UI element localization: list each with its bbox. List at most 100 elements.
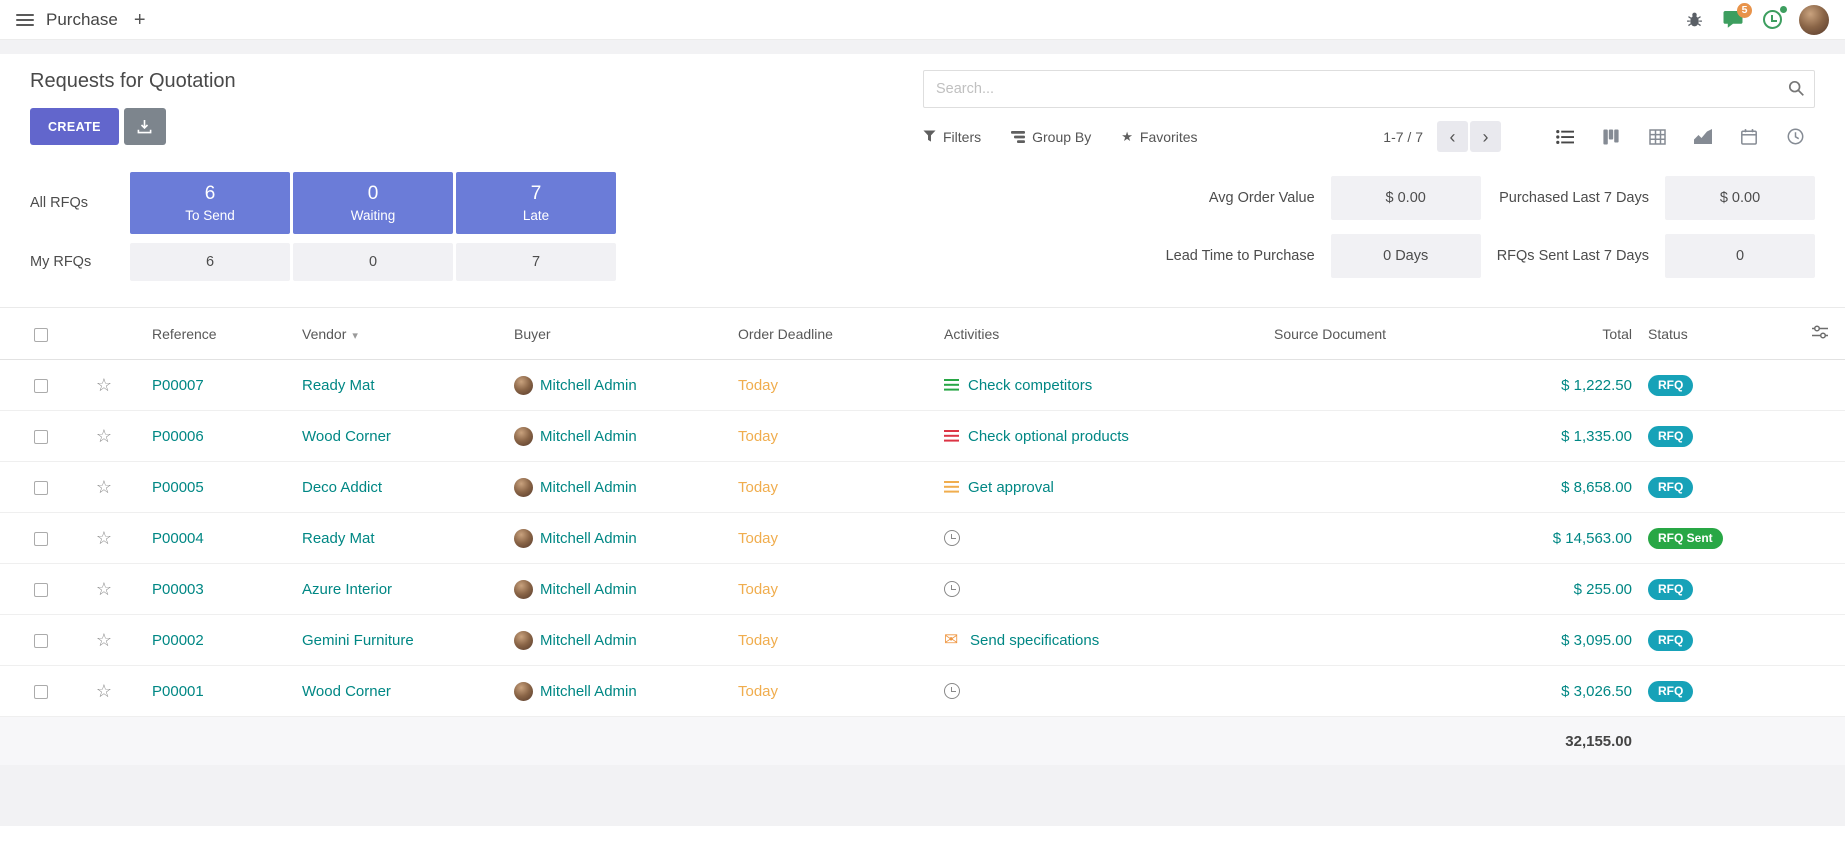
table-row[interactable]: ☆ P00006 Wood Corner Mitchell Admin Toda… — [0, 411, 1845, 462]
stat-value[interactable]: $ 0.00 — [1331, 176, 1481, 220]
row-checkbox[interactable] — [34, 379, 48, 393]
vendor-link[interactable]: Wood Corner — [294, 428, 506, 445]
apps-menu-icon[interactable] — [16, 14, 34, 26]
activities-clock-icon[interactable] — [1760, 8, 1784, 32]
table-row[interactable]: ☆ P00003 Azure Interior Mitchell Admin T… — [0, 564, 1845, 615]
table-row[interactable]: ☆ P00004 Ready Mat Mitchell Admin Today … — [0, 513, 1845, 564]
row-checkbox[interactable] — [34, 532, 48, 546]
activity-label[interactable]: Check competitors — [968, 377, 1092, 394]
activity-icon[interactable] — [944, 378, 960, 393]
activity-label[interactable]: Get approval — [968, 479, 1054, 496]
activity-label[interactable]: Check optional products — [968, 428, 1129, 445]
my-rfq-count[interactable]: 0 — [293, 243, 453, 281]
pager-next-button[interactable]: › — [1470, 121, 1501, 152]
favorite-star-icon[interactable]: ☆ — [64, 681, 144, 702]
buyer-link[interactable]: Mitchell Admin — [540, 683, 637, 700]
favorites-star-icon: ★ — [1121, 129, 1133, 145]
vendor-link[interactable]: Ready Mat — [294, 530, 506, 547]
buyer-link[interactable]: Mitchell Admin — [540, 377, 637, 394]
favorite-star-icon[interactable]: ☆ — [64, 630, 144, 651]
activity-icon[interactable] — [944, 530, 960, 546]
vendor-link[interactable]: Gemini Furniture — [294, 632, 506, 649]
column-header-order-deadline[interactable]: Order Deadline — [730, 326, 936, 342]
reference-link[interactable]: P00006 — [144, 428, 294, 445]
column-header-buyer[interactable]: Buyer — [506, 326, 730, 342]
order-deadline: Today — [730, 428, 936, 445]
row-checkbox[interactable] — [34, 430, 48, 444]
filters-button[interactable]: Filters — [923, 129, 981, 145]
kanban-view-button[interactable] — [1591, 121, 1631, 152]
vendor-link[interactable]: Azure Interior — [294, 581, 506, 598]
vendor-header-label: Vendor — [302, 326, 346, 342]
favorite-star-icon[interactable]: ☆ — [64, 528, 144, 549]
buyer-link[interactable]: Mitchell Admin — [540, 632, 637, 649]
group-by-button[interactable]: Group By — [1011, 129, 1091, 145]
row-checkbox[interactable] — [34, 685, 48, 699]
stat-value[interactable]: 0 Days — [1331, 234, 1481, 278]
buyer-link[interactable]: Mitchell Admin — [540, 581, 637, 598]
stat-value[interactable]: 0 — [1665, 234, 1815, 278]
activity-label[interactable]: Send specifications — [970, 632, 1099, 649]
row-checkbox[interactable] — [34, 481, 48, 495]
graph-view-button[interactable] — [1683, 121, 1723, 152]
column-header-reference[interactable]: Reference — [144, 326, 294, 342]
app-name[interactable]: Purchase — [46, 10, 118, 30]
activity-icon[interactable] — [944, 632, 962, 648]
activity-icon[interactable] — [944, 683, 960, 699]
table-row[interactable]: ☆ P00005 Deco Addict Mitchell Admin Toda… — [0, 462, 1845, 513]
activity-icon[interactable] — [944, 429, 960, 444]
calendar-view-button[interactable] — [1729, 121, 1769, 152]
pivot-view-button[interactable] — [1637, 121, 1677, 152]
table-row[interactable]: ☆ P00001 Wood Corner Mitchell Admin Toda… — [0, 666, 1845, 717]
my-rfq-count[interactable]: 7 — [456, 243, 616, 281]
vendor-link[interactable]: Wood Corner — [294, 683, 506, 700]
status-badge: RFQ — [1648, 477, 1693, 498]
vendor-link[interactable]: Ready Mat — [294, 377, 506, 394]
create-button[interactable]: CREATE — [30, 108, 119, 145]
reference-link[interactable]: P00003 — [144, 581, 294, 598]
reference-link[interactable]: P00002 — [144, 632, 294, 649]
stat-value[interactable]: $ 0.00 — [1665, 176, 1815, 220]
column-header-status[interactable]: Status — [1640, 326, 1795, 342]
reference-link[interactable]: P00001 — [144, 683, 294, 700]
rfq-card[interactable]: 0 Waiting — [293, 172, 453, 234]
row-checkbox[interactable] — [34, 634, 48, 648]
rfq-card[interactable]: 7 Late — [456, 172, 616, 234]
list-view-button[interactable] — [1545, 121, 1585, 152]
sliders-icon — [1812, 325, 1828, 339]
favorite-star-icon[interactable]: ☆ — [64, 579, 144, 600]
row-checkbox[interactable] — [34, 583, 48, 597]
favorites-button[interactable]: ★ Favorites — [1121, 129, 1197, 145]
table-row[interactable]: ☆ P00002 Gemini Furniture Mitchell Admin… — [0, 615, 1845, 666]
favorite-star-icon[interactable]: ☆ — [64, 375, 144, 396]
column-header-source-document[interactable]: Source Document — [1266, 326, 1455, 342]
column-header-vendor[interactable]: Vendor▾ — [294, 326, 506, 342]
table-row[interactable]: ☆ P00007 Ready Mat Mitchell Admin Today … — [0, 360, 1845, 411]
reference-link[interactable]: P00005 — [144, 479, 294, 496]
reference-link[interactable]: P00004 — [144, 530, 294, 547]
debug-bug-icon[interactable] — [1682, 8, 1706, 32]
plus-icon[interactable]: + — [134, 10, 146, 30]
buyer-link[interactable]: Mitchell Admin — [540, 530, 637, 547]
export-download-button[interactable] — [124, 108, 166, 145]
vendor-link[interactable]: Deco Addict — [294, 479, 506, 496]
optional-columns-button[interactable] — [1795, 325, 1845, 342]
select-all-checkbox[interactable] — [34, 328, 48, 342]
reference-link[interactable]: P00007 — [144, 377, 294, 394]
column-header-total[interactable]: Total — [1455, 326, 1640, 342]
rfq-card[interactable]: 6 To Send — [130, 172, 290, 234]
column-header-activities[interactable]: Activities — [936, 326, 1266, 342]
activity-view-button[interactable] — [1775, 121, 1815, 152]
search-input[interactable] — [923, 70, 1815, 108]
activity-icon[interactable] — [944, 581, 960, 597]
user-avatar[interactable] — [1799, 5, 1829, 35]
messages-icon[interactable]: 5 — [1721, 8, 1745, 32]
favorite-star-icon[interactable]: ☆ — [64, 426, 144, 447]
activity-icon[interactable] — [944, 480, 960, 495]
buyer-link[interactable]: Mitchell Admin — [540, 479, 637, 496]
search-icon[interactable] — [1788, 80, 1805, 102]
buyer-link[interactable]: Mitchell Admin — [540, 428, 637, 445]
pager-prev-button[interactable]: ‹ — [1437, 121, 1468, 152]
my-rfq-count[interactable]: 6 — [130, 243, 290, 281]
favorite-star-icon[interactable]: ☆ — [64, 477, 144, 498]
